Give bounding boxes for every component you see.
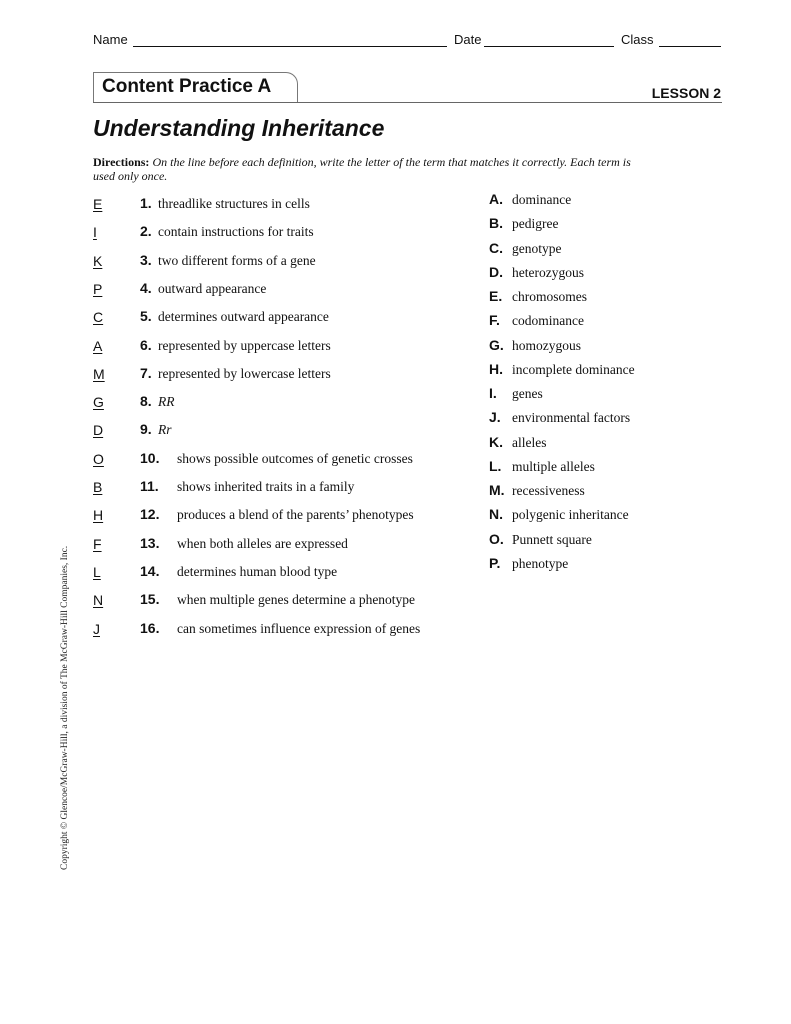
- question-text: threadlike structures in cells: [158, 196, 310, 211]
- term-letter: G.: [489, 336, 504, 353]
- answer-blank[interactable]: A: [93, 338, 102, 354]
- term-letter: L.: [489, 457, 502, 474]
- term-letter: O.: [489, 530, 504, 547]
- date-field[interactable]: [484, 46, 614, 47]
- term-letter: D.: [489, 263, 503, 280]
- question-text: produces a blend of the parents’ phenoty…: [177, 507, 414, 523]
- term-text: genotype: [512, 240, 562, 256]
- term-letter: F.: [489, 312, 500, 329]
- term-text: Punnett square: [512, 531, 592, 547]
- term-text: dominance: [512, 192, 572, 207]
- answer-blank[interactable]: I: [93, 224, 97, 240]
- answer-blank[interactable]: L: [93, 564, 101, 580]
- answer-blank[interactable]: F: [93, 536, 102, 552]
- directions: Directions: On the line before each defi…: [93, 155, 633, 183]
- answer-blank[interactable]: P: [93, 281, 102, 297]
- question-number: 1.: [140, 195, 152, 211]
- term-text: recessiveness: [512, 483, 585, 498]
- term-letter: N.: [489, 506, 503, 523]
- term-text: environmental factors: [512, 410, 631, 426]
- term-text: alleles: [512, 434, 547, 450]
- question-number: 2.: [140, 223, 152, 240]
- answer-blank[interactable]: M: [93, 366, 105, 382]
- question-number: 11.: [140, 478, 159, 494]
- question-text: can sometimes influence expression of ge…: [177, 620, 421, 636]
- term-text: heterozygous: [512, 264, 584, 280]
- answer-blank[interactable]: O: [93, 451, 104, 467]
- class-label: Class: [621, 32, 654, 47]
- question-text: when multiple genes determine a phenotyp…: [177, 592, 416, 608]
- question-text: shows possible outcomes of genetic cross…: [177, 450, 413, 466]
- section-divider: [93, 102, 722, 103]
- answer-blank[interactable]: J: [93, 621, 100, 637]
- question-number: 3.: [140, 251, 152, 268]
- answer-blank[interactable]: D: [93, 422, 103, 438]
- term-letter: M.: [489, 482, 505, 498]
- term-text: phenotype: [512, 555, 569, 571]
- lesson-label: LESSON 2: [651, 85, 721, 101]
- page-title: Understanding Inheritance: [93, 115, 385, 141]
- term-text: pedigree: [512, 216, 559, 232]
- question-number: 12.: [140, 506, 160, 523]
- section-tab: Content Practice A: [93, 72, 298, 103]
- term-letter: H.: [489, 360, 503, 377]
- answer-blank[interactable]: K: [93, 253, 102, 269]
- directions-text: On the line before each definition, writ…: [93, 155, 631, 183]
- section-tab-title: Content Practice A: [102, 76, 272, 97]
- question-number: 5.: [140, 308, 152, 325]
- term-text: codominance: [512, 313, 584, 329]
- name-field[interactable]: [133, 46, 447, 47]
- question-text: outward appearance: [158, 280, 267, 296]
- question-text: Rr: [158, 422, 172, 438]
- answer-blank[interactable]: H: [93, 507, 103, 523]
- question-text: when both alleles are expressed: [177, 535, 348, 551]
- question-number: 4.: [140, 279, 152, 296]
- term-text: homozygous: [512, 337, 581, 353]
- answer-blank[interactable]: N: [93, 592, 103, 608]
- date-label: Date: [454, 32, 482, 47]
- question-text: represented by uppercase letters: [158, 337, 331, 353]
- question-number: 10.: [140, 449, 160, 466]
- copyright-notice: Copyright © Glencoe/McGraw-Hill, a divis…: [60, 545, 70, 870]
- term-text: genes: [512, 386, 543, 401]
- student-info-header: Name Date Class: [93, 32, 721, 50]
- term-letter: I.: [489, 385, 497, 401]
- directions-label: Directions:: [93, 155, 150, 169]
- class-field[interactable]: [659, 46, 721, 47]
- question-number: 8.: [140, 393, 152, 410]
- question-text: two different forms of a gene: [158, 252, 316, 268]
- term-text: polygenic inheritance: [512, 507, 629, 523]
- question-number: 14.: [140, 562, 160, 579]
- question-text: represented by lowercase letters: [158, 365, 331, 381]
- term-letter: J.: [489, 409, 501, 426]
- answer-blank[interactable]: B: [93, 479, 102, 495]
- question-number: 15.: [140, 591, 160, 608]
- answer-blank[interactable]: E: [93, 196, 102, 212]
- question-text: determines human blood type: [177, 563, 338, 579]
- question-number: 7.: [140, 364, 152, 381]
- term-letter: A.: [489, 191, 503, 207]
- question-text: RR: [158, 394, 175, 410]
- term-letter: B.: [489, 215, 503, 232]
- term-letter: E.: [489, 288, 503, 304]
- answer-blank[interactable]: C: [93, 309, 103, 325]
- question-text: contain instructions for traits: [158, 224, 314, 240]
- term-text: multiple alleles: [512, 458, 595, 474]
- name-label: Name: [93, 32, 128, 47]
- term-letter: K.: [489, 433, 503, 450]
- term-text: incomplete dominance: [512, 361, 635, 377]
- answer-blank[interactable]: G: [93, 394, 104, 410]
- question-number: 9.: [140, 421, 152, 438]
- term-letter: C.: [489, 239, 503, 256]
- question-number: 16.: [140, 619, 160, 636]
- term-text: chromosomes: [512, 289, 587, 304]
- question-number: 6.: [140, 336, 152, 353]
- question-text: shows inherited traits in a family: [177, 479, 355, 494]
- term-letter: P.: [489, 554, 501, 571]
- question-number: 13.: [140, 534, 160, 551]
- question-text: determines outward appearance: [158, 309, 329, 325]
